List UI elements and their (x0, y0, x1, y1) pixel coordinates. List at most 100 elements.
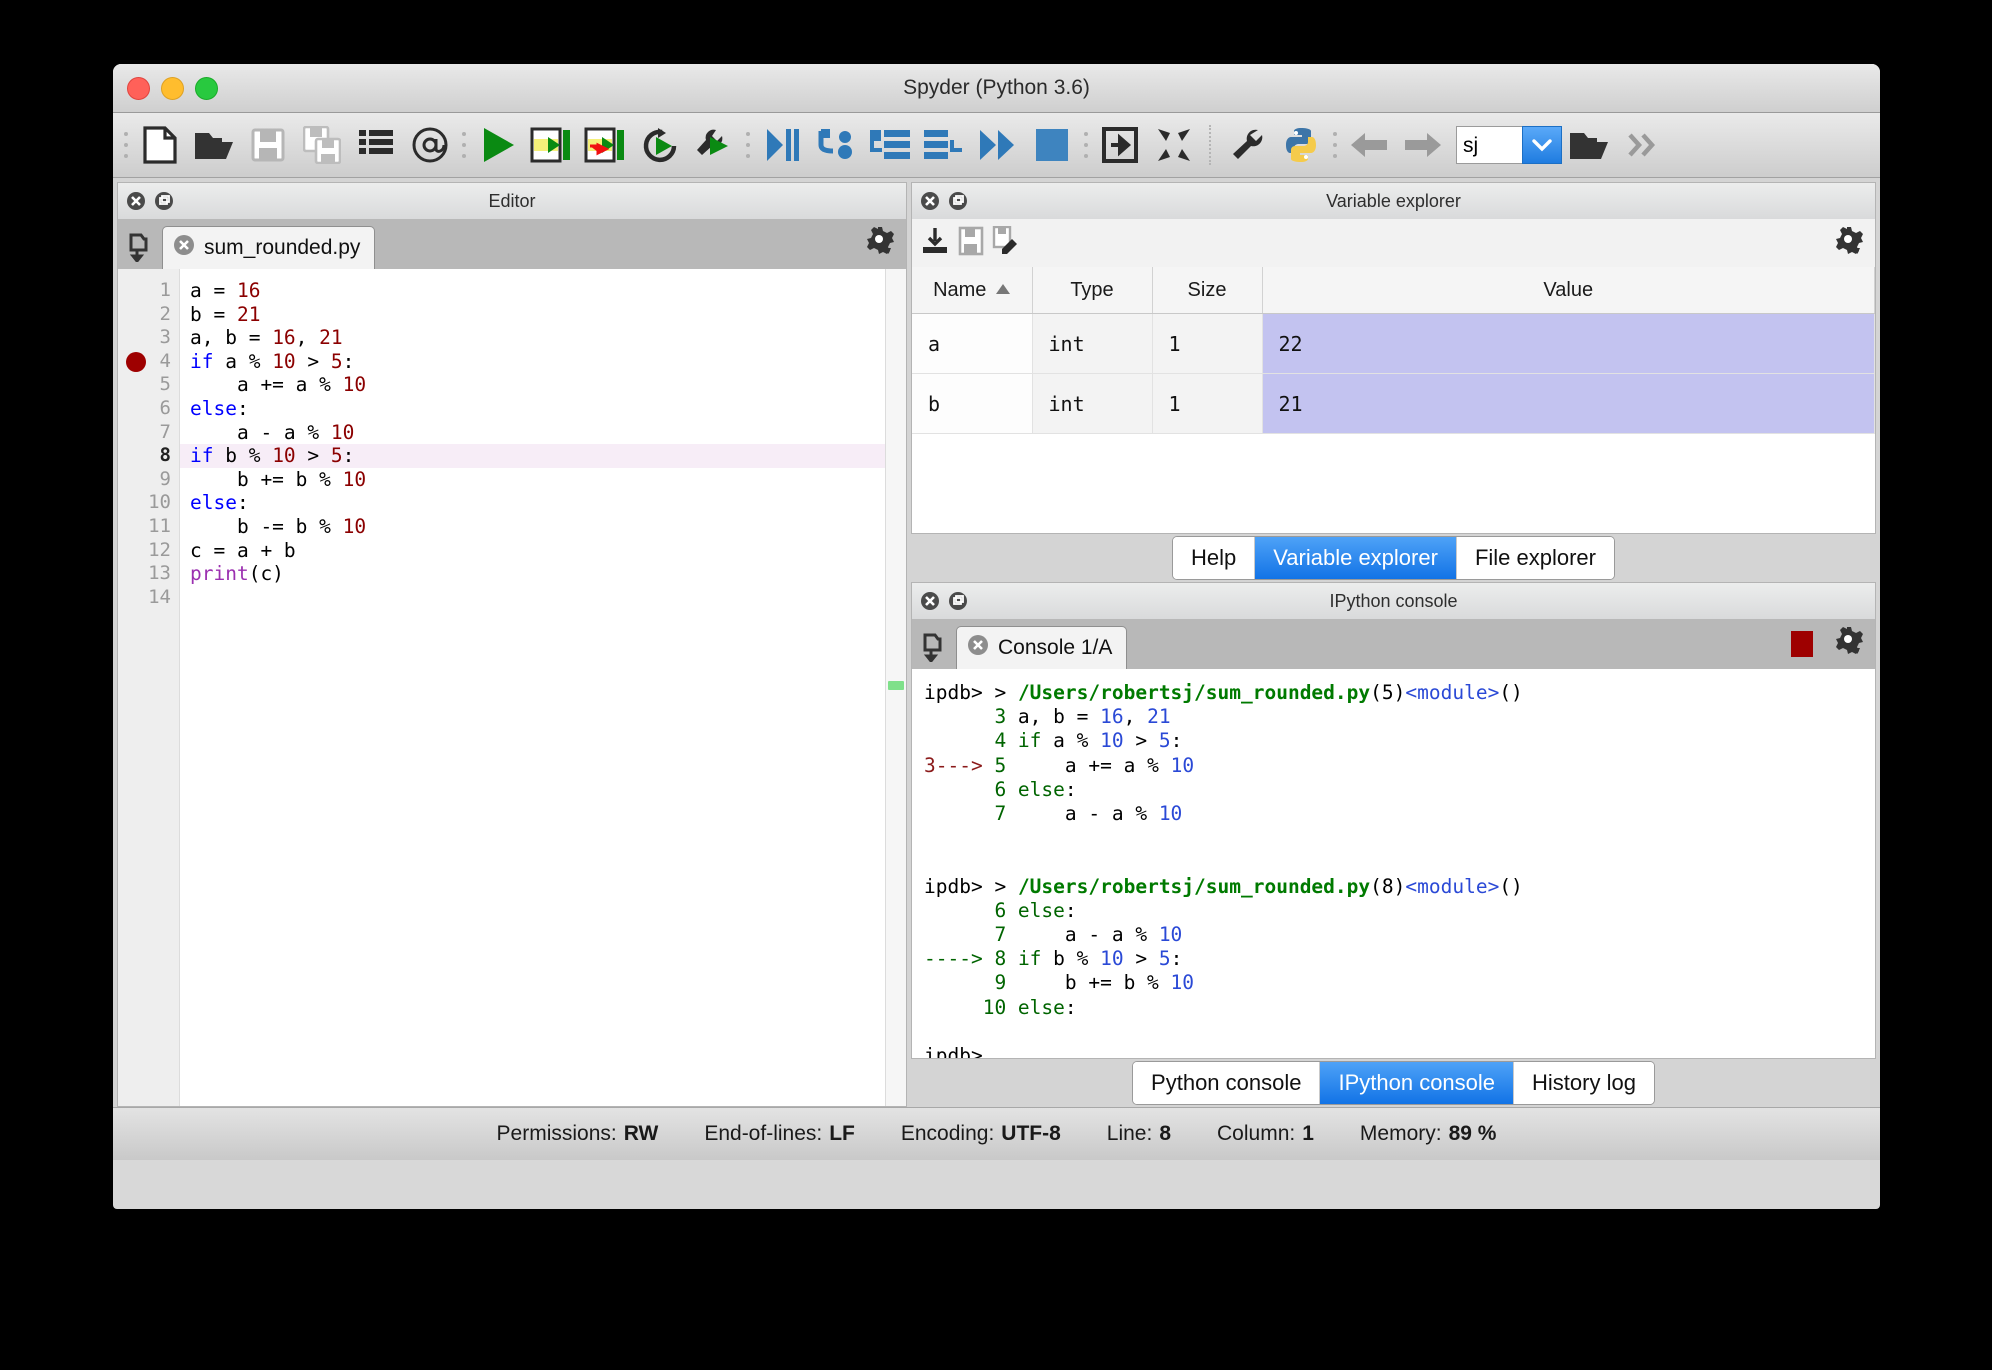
maximize-pane-icon[interactable] (1093, 118, 1147, 172)
save-all-icon[interactable] (295, 118, 349, 172)
console-tab-1a[interactable]: Console 1/A (956, 626, 1128, 669)
save-data-as-icon[interactable] (992, 225, 1020, 261)
run-config-icon[interactable] (687, 118, 741, 172)
console-options-gear-icon[interactable] (1835, 626, 1865, 663)
undock-pane-icon[interactable] (154, 191, 174, 211)
cell-type[interactable]: int (1032, 373, 1153, 434)
run-cell-advance-icon[interactable] (579, 118, 633, 172)
tab-file-explorer[interactable]: File explorer (1456, 537, 1614, 579)
code-line[interactable]: a - a % 10 (180, 421, 885, 445)
chevron-down-icon[interactable] (1522, 126, 1562, 164)
code-line[interactable]: else: (180, 397, 885, 421)
cell-name[interactable]: a (912, 313, 1033, 374)
close-pane-icon-ve[interactable] (920, 191, 940, 211)
code-line[interactable]: c = a + b (180, 539, 885, 563)
cell-value[interactable]: 22 (1262, 313, 1875, 374)
column-header-name[interactable]: Name (912, 267, 1033, 314)
editor-gutter[interactable]: 1 2 3 4 5 6 7 8 9 10 11 12 13 14 (118, 269, 180, 1106)
browse-consoles-icon[interactable] (918, 625, 956, 669)
re-run-icon[interactable] (633, 118, 687, 172)
undock-pane-icon-ip[interactable] (948, 591, 968, 611)
editor-text-area[interactable]: 1 2 3 4 5 6 7 8 9 10 11 12 13 14 a = 16 b = 21 a, b = 1… (117, 269, 907, 1107)
code-line[interactable]: else: (180, 491, 885, 515)
code-token: a += a % (190, 373, 343, 397)
cell-value[interactable]: 21 (1262, 373, 1875, 434)
browse-tabs-icon[interactable] (124, 225, 162, 269)
working-directory-combo[interactable]: sj (1456, 125, 1562, 165)
continue-icon[interactable] (971, 118, 1025, 172)
cell-name[interactable]: b (912, 373, 1033, 434)
ipython-output[interactable]: ipdb> > /Users/robertsj/sum_rounded.py(5… (911, 669, 1876, 1059)
browse-dir-icon[interactable] (1562, 118, 1616, 172)
editor-options-gear-icon[interactable] (866, 226, 896, 263)
maximize-window-button[interactable] (195, 77, 218, 100)
at-symbol-icon[interactable] (403, 118, 457, 172)
file-switcher-icon[interactable] (349, 118, 403, 172)
stop-kernel-button[interactable] (1791, 631, 1813, 657)
tab-python-console[interactable]: Python console (1133, 1062, 1321, 1104)
import-data-icon[interactable] (920, 226, 950, 261)
undock-pane-icon-ve[interactable] (948, 191, 968, 211)
code-line[interactable]: b -= b % 10 (180, 515, 885, 539)
code-analysis-marker[interactable] (888, 681, 904, 690)
code-line[interactable]: a, b = 16, 21 (180, 326, 885, 350)
toolbar-grip-2[interactable] (457, 118, 471, 172)
minimize-window-button[interactable] (161, 77, 184, 100)
code-line[interactable]: if a % 10 > 5: (180, 350, 885, 374)
toolbar-grip-4[interactable] (1079, 118, 1093, 172)
run-file-icon[interactable] (471, 118, 525, 172)
tab-variable-explorer[interactable]: Variable explorer (1255, 537, 1457, 579)
code-line[interactable]: print(c) (180, 562, 885, 586)
code-line[interactable]: if b % 10 > 5: (180, 444, 885, 468)
close-window-button[interactable] (127, 77, 150, 100)
breakpoint-column[interactable] (118, 269, 152, 1106)
cell-size[interactable]: 1 (1152, 313, 1263, 374)
editor-tab-sum-rounded[interactable]: sum_rounded.py (162, 226, 376, 269)
toolbar-grip-3[interactable] (741, 118, 755, 172)
cell-type[interactable]: int (1032, 313, 1153, 374)
save-data-icon[interactable] (958, 226, 984, 261)
pythonpath-icon[interactable] (1274, 118, 1328, 172)
table-row[interactable]: a int 1 22 (912, 313, 1875, 374)
close-tab-icon[interactable] (173, 234, 195, 262)
new-file-icon[interactable] (133, 118, 187, 172)
close-pane-icon[interactable] (126, 191, 146, 211)
column-header-value[interactable]: Value (1262, 267, 1875, 314)
toolbar-grip-5[interactable] (1328, 118, 1342, 172)
toolbar-grip[interactable] (119, 118, 133, 172)
variable-explorer-options-gear-icon[interactable] (1835, 226, 1865, 263)
column-header-type[interactable]: Type (1032, 267, 1153, 314)
overflow-icon[interactable] (1616, 118, 1670, 172)
tab-history-log[interactable]: History log (1514, 1062, 1654, 1104)
code-line[interactable]: a = 16 (180, 279, 885, 303)
column-header-size[interactable]: Size (1152, 267, 1263, 314)
fullscreen-icon[interactable] (1147, 118, 1201, 172)
back-arrow-icon[interactable] (1342, 118, 1396, 172)
step-over-icon[interactable] (863, 118, 917, 172)
forward-arrow-icon[interactable] (1396, 118, 1450, 172)
working-directory-input[interactable]: sj (1456, 126, 1522, 164)
variable-table-container[interactable]: Name Type Size Value a int 1 22 b int 1 21 (911, 267, 1876, 534)
close-console-tab-icon[interactable] (967, 634, 989, 662)
tab-ipython-console[interactable]: IPython console (1320, 1062, 1515, 1104)
step-into-icon[interactable] (809, 118, 863, 172)
code-lines[interactable]: a = 16 b = 21 a, b = 16, 21 if a % 10 > 5: … (180, 269, 885, 1106)
debug-file-icon[interactable] (755, 118, 809, 172)
code-line[interactable]: a += a % 10 (180, 373, 885, 397)
close-pane-icon-ip[interactable] (920, 591, 940, 611)
console-token: 10 (924, 995, 1018, 1019)
code-line[interactable]: b += b % 10 (180, 468, 885, 492)
table-row[interactable]: b int 1 21 (912, 373, 1875, 434)
open-file-icon[interactable] (187, 118, 241, 172)
editor-scroll-flags[interactable] (885, 269, 906, 1106)
step-return-icon[interactable] (917, 118, 971, 172)
breakpoint-marker[interactable] (126, 351, 146, 372)
tab-help[interactable]: Help (1173, 537, 1256, 579)
cell-size[interactable]: 1 (1152, 373, 1263, 434)
code-line[interactable] (180, 586, 885, 610)
save-file-icon[interactable] (241, 118, 295, 172)
code-line[interactable]: b = 21 (180, 303, 885, 327)
preferences-icon[interactable] (1220, 118, 1274, 172)
stop-debug-icon[interactable] (1025, 118, 1079, 172)
run-cell-icon[interactable] (525, 118, 579, 172)
